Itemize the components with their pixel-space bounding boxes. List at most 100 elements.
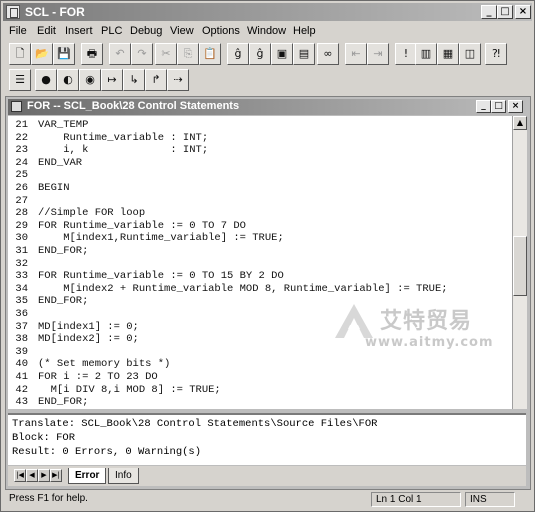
undo-icon[interactable]: ↶ bbox=[109, 43, 131, 65]
editor-vertical-scrollbar[interactable]: ▲ bbox=[512, 116, 527, 409]
line-number: 26 bbox=[15, 182, 28, 194]
copy-icon[interactable]: ⎘ bbox=[177, 43, 199, 65]
compile-icon[interactable]: ▣ bbox=[271, 43, 293, 65]
editor-close-button[interactable]: × bbox=[508, 100, 523, 113]
line-number: 30 bbox=[15, 232, 28, 245]
code-text: BEGIN bbox=[38, 182, 70, 194]
line-number: 42 bbox=[15, 383, 28, 396]
status-bar: Press F1 for help. Ln 1 Col 1 INS bbox=[3, 491, 532, 509]
window-split-icon[interactable]: ◫ bbox=[459, 43, 481, 65]
menu-file[interactable]: File bbox=[9, 25, 27, 37]
line-number: 40 bbox=[15, 358, 28, 371]
tab-info[interactable]: Info bbox=[108, 468, 139, 484]
tab-error[interactable]: Error bbox=[68, 468, 107, 484]
line-number: 22 bbox=[15, 131, 28, 144]
breakpoint-toggle-icon[interactable]: ◐ bbox=[57, 69, 79, 91]
standard-toolbar: 🗋 📂 💾 🖶 ↶ ↷ ✂ ⎘ 📋 ĝ ĝ ▣ ▤ ∞ ⇤ ⇥! ▥ ▦ ◫ ⁈ bbox=[5, 43, 530, 67]
menu-options[interactable]: Options bbox=[202, 25, 240, 37]
code-text: VAR_TEMP bbox=[38, 119, 89, 131]
line-number: 23 bbox=[15, 144, 28, 157]
code-text: M[i DIV 8,i MOD 8] := TRUE; bbox=[38, 383, 221, 396]
list-icon[interactable]: ☰ bbox=[9, 69, 31, 91]
minimize-button[interactable]: _ bbox=[481, 5, 497, 19]
redo-icon[interactable]: ↷ bbox=[131, 43, 153, 65]
step-icon[interactable]: ↦ bbox=[101, 69, 123, 91]
line-number: 28 bbox=[15, 207, 28, 220]
output-tabs-row: |◀ ◀ ▶ ▶| Error Info bbox=[8, 466, 526, 486]
download-icon[interactable]: ▤ bbox=[293, 43, 315, 65]
monitor-glasses-icon[interactable]: ∞ bbox=[317, 43, 339, 65]
next-tab-icon[interactable]: ▶ bbox=[38, 469, 50, 482]
cut-icon[interactable]: ✂ bbox=[155, 43, 177, 65]
close-button[interactable]: × bbox=[515, 5, 531, 19]
code-text: //Simple FOR loop bbox=[38, 207, 146, 220]
open-folder-icon[interactable]: 📂 bbox=[31, 43, 53, 65]
line-number: 24 bbox=[15, 156, 28, 169]
first-tab-icon[interactable]: |◀ bbox=[14, 469, 26, 482]
step-out-icon[interactable]: ↱ bbox=[145, 69, 167, 91]
menu-view[interactable]: View bbox=[170, 25, 194, 37]
editor-title: FOR -- SCL_Book\28 Control Statements bbox=[27, 100, 240, 112]
editor-title-bar: FOR -- SCL_Book\28 Control Statements _ … bbox=[8, 99, 526, 115]
line-number: 31 bbox=[15, 245, 28, 257]
code-editor[interactable]: 艾特贸易 www.aitmy.com 21 VAR_TEMP 22 Runtime_… bbox=[8, 116, 512, 409]
code-text: Runtime_variable : INT; bbox=[38, 131, 209, 144]
output-block-line: Block: FOR bbox=[12, 432, 76, 444]
save-icon[interactable]: 💾 bbox=[53, 43, 75, 65]
code-text: M[index2 + Runtime_variable MOD 8, Runti… bbox=[38, 282, 448, 295]
line-number: 41 bbox=[15, 371, 28, 383]
menu-edit[interactable]: Edit bbox=[37, 25, 56, 37]
go-to-start-icon[interactable]: ⇤ bbox=[345, 43, 367, 65]
line-number: 36 bbox=[15, 308, 28, 320]
line-number: 43 bbox=[15, 396, 28, 409]
debug-toolbar: ☰ ● ◐ ◉ ↦ ↳ ↱ ⇢ bbox=[5, 69, 205, 93]
scroll-thumb[interactable] bbox=[513, 236, 527, 296]
document-icon bbox=[11, 101, 22, 112]
line-number: 21 bbox=[15, 119, 28, 131]
breakpoint-icon[interactable]: ● bbox=[35, 69, 57, 91]
new-file-icon[interactable]: 🗋 bbox=[9, 43, 31, 65]
watch-icon[interactable]: ◉ bbox=[79, 69, 101, 91]
line-number: 35 bbox=[15, 295, 28, 308]
line-number: 38 bbox=[15, 333, 28, 346]
editor-minimize-button[interactable]: _ bbox=[476, 100, 491, 113]
line-number: 39 bbox=[15, 345, 28, 358]
code-text: END_FOR; bbox=[38, 295, 89, 308]
print-icon[interactable]: 🖶 bbox=[81, 43, 103, 65]
code-text: END_FOR; bbox=[38, 396, 89, 409]
help-what-is-icon[interactable]: ⁈ bbox=[485, 43, 507, 65]
menu-help[interactable]: Help bbox=[293, 25, 316, 37]
important-icon[interactable]: ! bbox=[395, 43, 417, 65]
output-result-line: Result: 0 Errors, 0 Warning(s) bbox=[12, 446, 202, 458]
application-window: SCL - FOR _ □ × File Edit Insert PLC Deb… bbox=[0, 0, 535, 512]
output-window[interactable]: Translate: SCL_Book\28 Control Statement… bbox=[8, 413, 526, 465]
prev-tab-icon[interactable]: ◀ bbox=[26, 469, 38, 482]
menu-window[interactable]: Window bbox=[247, 25, 286, 37]
find-icon[interactable]: ĝ bbox=[227, 43, 249, 65]
menu-plc[interactable]: PLC bbox=[101, 25, 122, 37]
step-into-icon[interactable]: ↳ bbox=[123, 69, 145, 91]
mdi-client-area: FOR -- SCL_Book\28 Control Statements _ … bbox=[5, 96, 531, 490]
code-text: FOR Runtime_variable := 0 TO 15 BY 2 DO bbox=[38, 270, 284, 283]
status-help-text: Press F1 for help. bbox=[9, 493, 88, 504]
last-tab-icon[interactable]: ▶| bbox=[50, 469, 62, 482]
watermark-url: www.aitmy.com bbox=[365, 335, 494, 350]
run-to-cursor-icon[interactable]: ⇢ bbox=[167, 69, 189, 91]
menu-insert[interactable]: Insert bbox=[65, 25, 93, 37]
maximize-button[interactable]: □ bbox=[497, 5, 513, 19]
editor-maximize-button[interactable]: □ bbox=[491, 100, 506, 113]
replace-icon[interactable]: ĝ bbox=[249, 43, 271, 65]
window-tile-icon[interactable]: ▦ bbox=[437, 43, 459, 65]
code-text: i, k : INT; bbox=[38, 144, 209, 157]
menu-debug[interactable]: Debug bbox=[130, 25, 162, 37]
window-cascade-icon[interactable]: ▥ bbox=[415, 43, 437, 65]
line-number: 32 bbox=[15, 257, 28, 270]
output-translate-line: Translate: SCL_Book\28 Control Statement… bbox=[12, 418, 378, 430]
menu-bar: File Edit Insert PLC Debug View Options … bbox=[3, 22, 532, 40]
app-icon[interactable] bbox=[6, 5, 20, 19]
status-cursor-position: Ln 1 Col 1 bbox=[371, 492, 461, 507]
scroll-up-arrow-icon[interactable]: ▲ bbox=[513, 116, 527, 130]
watermark-logo-icon bbox=[335, 304, 373, 338]
go-to-end-icon[interactable]: ⇥ bbox=[367, 43, 389, 65]
paste-icon[interactable]: 📋 bbox=[199, 43, 221, 65]
